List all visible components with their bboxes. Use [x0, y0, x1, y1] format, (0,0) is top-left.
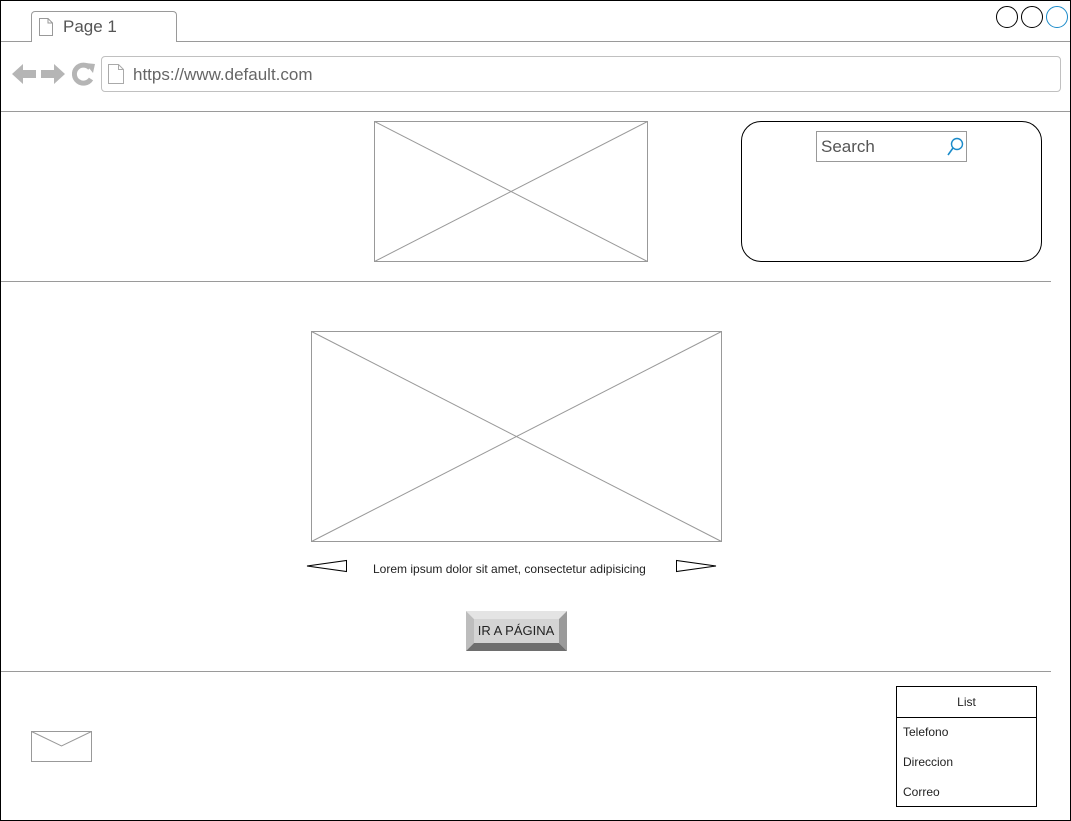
go-to-page-button[interactable]: IR A PÁGINA: [466, 611, 567, 651]
back-arrow-icon[interactable]: [11, 61, 37, 87]
browser-window: Page 1 https://www.default.com Search Lo…: [0, 0, 1071, 821]
forward-arrow-icon[interactable]: [40, 61, 66, 87]
search-icon[interactable]: [945, 136, 965, 158]
reload-icon[interactable]: [70, 61, 96, 87]
contact-list: List Telefono Direccion Correo: [896, 686, 1037, 807]
carousel-prev-icon[interactable]: [306, 559, 348, 573]
list-item-telefono[interactable]: Telefono: [903, 725, 948, 739]
logo-image-placeholder: [374, 121, 648, 262]
browser-tab[interactable]: Page 1: [31, 11, 177, 42]
restore-button[interactable]: [1021, 6, 1043, 28]
tab-title: Page 1: [63, 17, 117, 36]
envelope-icon[interactable]: [31, 731, 92, 762]
footer-divider: [1, 671, 1051, 672]
page-icon: [39, 18, 53, 36]
carousel-next-icon[interactable]: [675, 559, 717, 573]
address-bar[interactable]: https://www.default.com: [101, 56, 1061, 92]
carousel-image-placeholder: [311, 331, 722, 542]
close-button[interactable]: [1046, 6, 1068, 28]
list-item-correo[interactable]: Correo: [903, 785, 940, 799]
header-divider: [1, 281, 1051, 282]
search-box[interactable]: [816, 131, 967, 162]
url-text: https://www.default.com: [133, 65, 313, 84]
list-title: List: [897, 687, 1036, 718]
search-input[interactable]: [817, 132, 942, 161]
list-item-direccion[interactable]: Direccion: [903, 755, 953, 769]
chrome-divider: [1, 111, 1070, 112]
minimize-button[interactable]: [996, 6, 1018, 28]
carousel-caption: Lorem ipsum dolor sit amet, consectetur …: [373, 562, 646, 576]
page-icon: [108, 64, 124, 84]
go-to-page-label: IR A PÁGINA: [477, 623, 555, 638]
